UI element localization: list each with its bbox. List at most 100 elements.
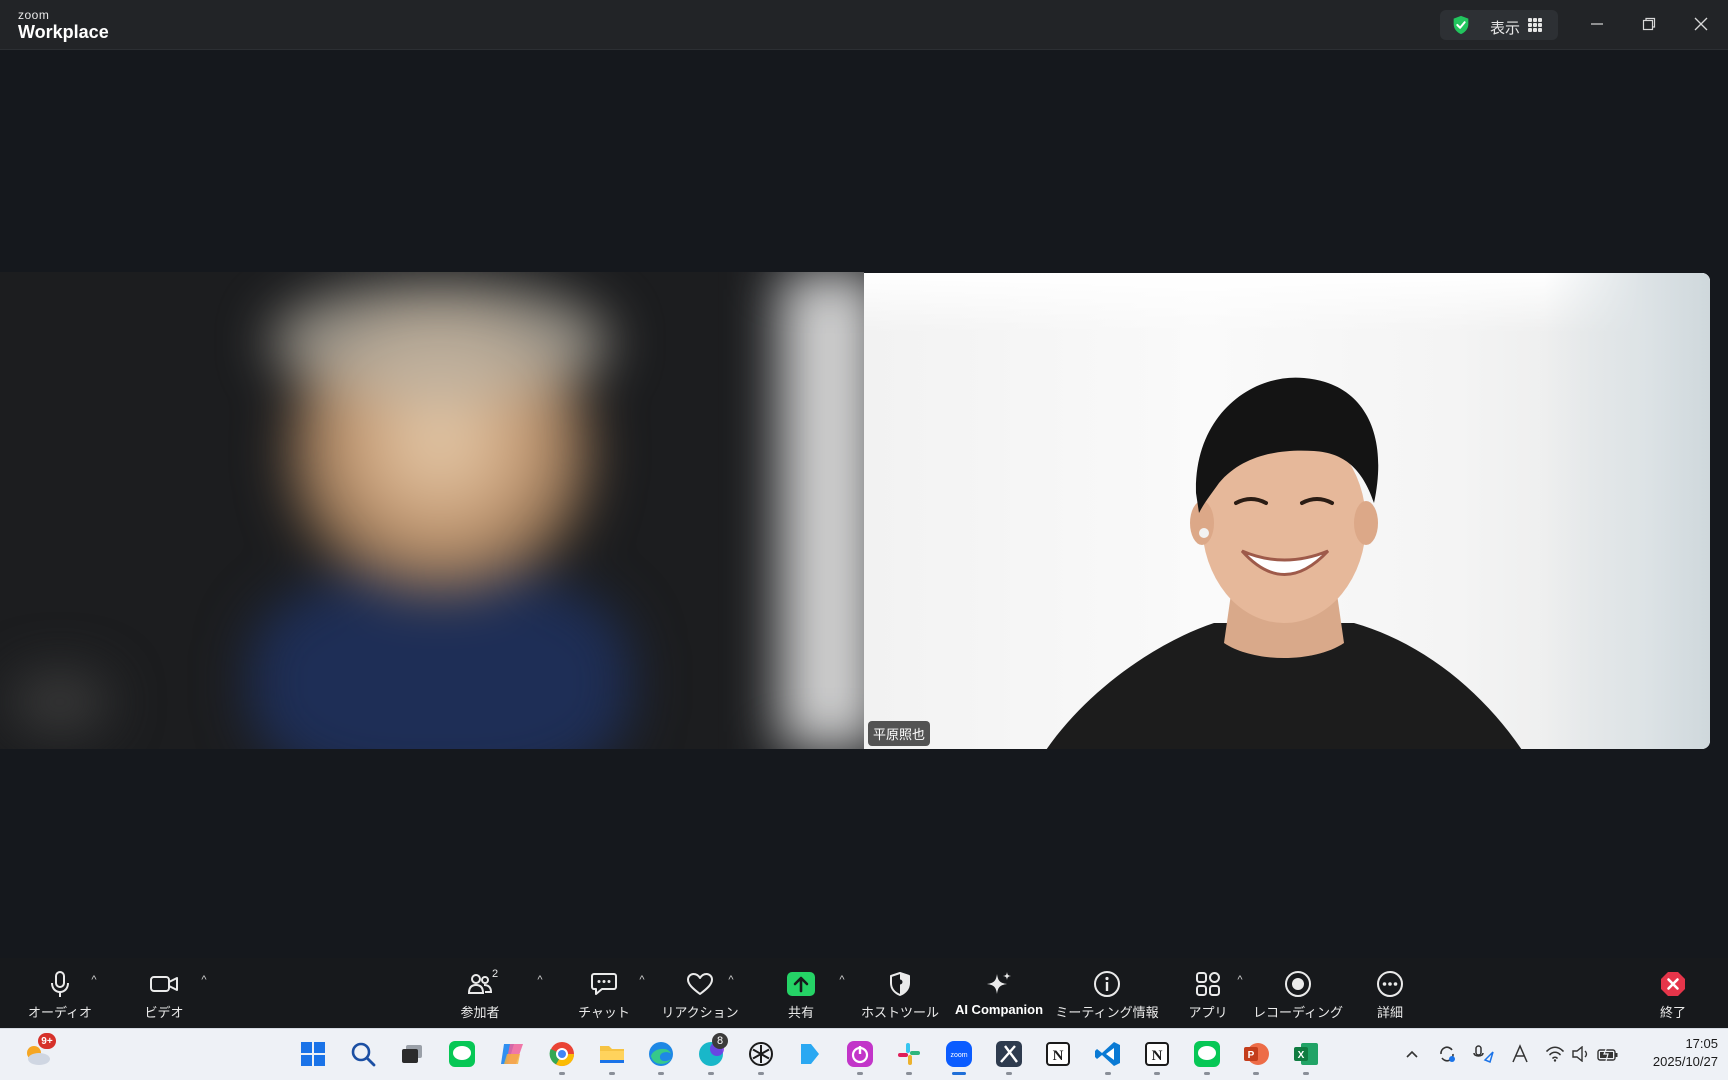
microphone-location-tray[interactable] [1473,1043,1495,1065]
share-screen-icon [786,970,816,998]
notion-icon: N [1046,1042,1070,1066]
heart-icon [685,970,715,998]
restore-button[interactable] [1634,10,1664,38]
participants-button[interactable]: 2 参加者 [440,958,520,1028]
reactions-label: リアクション [661,1005,739,1020]
chrome-icon [549,1042,574,1067]
apps-button[interactable]: アプリ [1168,958,1248,1028]
apps-icon [1193,970,1223,998]
taskbar-notion-app-2[interactable]: N [1142,1039,1172,1075]
windows-taskbar: 9+ 8 zoom N N P X 17:05 2025/10/27 [0,1028,1728,1080]
taskbar-line-app[interactable] [447,1039,477,1069]
audio-button[interactable]: オーディオ [20,958,100,1028]
taskbar-chatgpt-app[interactable] [746,1039,776,1075]
meeting-info-button[interactable]: ミーティング情報 [1055,958,1159,1028]
taskbar-slack-app[interactable] [894,1039,924,1075]
notion-icon-2: N [1145,1042,1169,1066]
meeting-info-label: ミーティング情報 [1055,1005,1159,1020]
weather-notification-badge: 9+ [38,1033,56,1049]
taskbar-zoom-app[interactable]: zoom [944,1039,974,1075]
more-button[interactable]: 詳細 [1350,958,1430,1028]
taskbar-search-button[interactable] [348,1039,378,1069]
more-dots-icon [1375,970,1405,998]
taskbar-clock[interactable]: 17:05 2025/10/27 [1628,1035,1718,1071]
zoom-app-icon: zoom [946,1041,972,1067]
line-app-icon [449,1041,475,1067]
battery-tray-button[interactable] [1597,1043,1619,1065]
chat-options-chevron-icon[interactable]: ^ [634,972,650,988]
reactions-button[interactable]: リアクション [660,958,740,1028]
encryption-shield-icon[interactable] [1450,14,1472,36]
mic-location-icon [1473,1045,1494,1064]
ai-companion-button[interactable]: AI Companion [949,958,1049,1028]
task-view-icon [402,1045,422,1063]
input-method-indicator[interactable] [1509,1043,1531,1065]
start-button[interactable] [298,1039,328,1069]
participant-video-tile-blurred[interactable] [0,272,864,749]
grid-view-icon [1528,18,1542,32]
share-label: 共有 [787,1005,814,1020]
excel-icon: X [1294,1043,1318,1065]
host-tools-shield-icon [885,970,915,998]
sync-icon [1440,1046,1455,1062]
reactions-options-chevron-icon[interactable]: ^ [723,972,739,988]
taskbar-focus-app[interactable] [845,1039,875,1075]
share-button[interactable]: 共有 [761,958,841,1028]
video-options-chevron-icon[interactable]: ^ [196,972,212,988]
taskbar-edge-browser[interactable] [646,1039,676,1075]
end-meeting-button[interactable]: 終了 [1633,958,1713,1028]
sync-tray-button[interactable] [1436,1043,1458,1065]
taskbar-snipping-app[interactable] [994,1039,1024,1075]
volume-tray-button[interactable] [1570,1043,1592,1065]
participants-label: 参加者 [460,1005,500,1020]
blurred-video [0,272,864,749]
participant-video-image [1046,377,1522,749]
taskbar-copilot-app[interactable] [497,1039,527,1069]
host-tools-button[interactable]: ホストツール [860,958,940,1028]
search-icon [351,1042,376,1067]
wifi-icon [1546,1046,1564,1062]
minimize-button[interactable] [1582,10,1612,38]
recording-button[interactable]: レコーディング [1248,958,1348,1028]
chat-button[interactable]: チャット [564,958,644,1028]
view-button[interactable]: 表示 [1440,10,1558,40]
taskbar-excel-app[interactable]: X [1291,1039,1321,1075]
power-timer-icon [847,1041,873,1067]
end-x-icon [1658,970,1688,998]
info-icon [1092,970,1122,998]
taskbar-pinned-app[interactable] [795,1039,825,1069]
wifi-tray-button[interactable] [1544,1043,1566,1065]
microphone-icon [45,970,75,998]
taskbar-notion-app[interactable]: N [1043,1039,1073,1069]
show-hidden-icons-button[interactable] [1401,1043,1423,1065]
participant-name-tag: 平原照也 [868,721,931,746]
meeting-controls-toolbar: オーディオ ^ ビデオ ^ 2 参加者 ^ チャット ^ リアクション ^ 共有 [0,958,1728,1028]
audio-options-chevron-icon[interactable]: ^ [86,972,102,988]
taskbar-powerpoint-app[interactable]: P [1241,1039,1271,1075]
taskbar-file-explorer[interactable] [597,1039,627,1075]
svg-text:N: N [1053,1048,1064,1064]
taskbar-chrome-app[interactable] [547,1039,577,1075]
weather-widget[interactable]: 9+ [22,1033,56,1069]
participant-video-tile[interactable]: 平原照也 [864,273,1710,749]
clock-date: 2025/10/27 [1652,1054,1718,1069]
ai-companion-label: AI Companion [954,1002,1044,1017]
edge-icon [649,1042,673,1066]
host-tools-label: ホストツール [860,1005,939,1020]
svg-text:X: X [1298,1050,1305,1061]
video-button[interactable]: ビデオ [124,958,204,1028]
taskbar-canva-app[interactable]: 8 [696,1033,728,1075]
participants-options-chevron-icon[interactable]: ^ [532,972,548,988]
taskbar-line-app-2[interactable] [1192,1039,1222,1075]
logo-big-text: Workplace [18,22,109,42]
taskbar-vscode-app[interactable] [1093,1039,1123,1075]
task-view-button[interactable] [397,1039,427,1069]
share-options-chevron-icon[interactable]: ^ [834,972,850,988]
more-label: 詳細 [1376,1005,1403,1020]
recording-label: レコーディング [1252,1005,1344,1020]
video-camera-icon [149,970,179,998]
close-button[interactable] [1686,10,1716,38]
apps-options-chevron-icon[interactable]: ^ [1232,972,1248,988]
copilot-icon [501,1044,523,1064]
record-icon [1283,970,1313,998]
